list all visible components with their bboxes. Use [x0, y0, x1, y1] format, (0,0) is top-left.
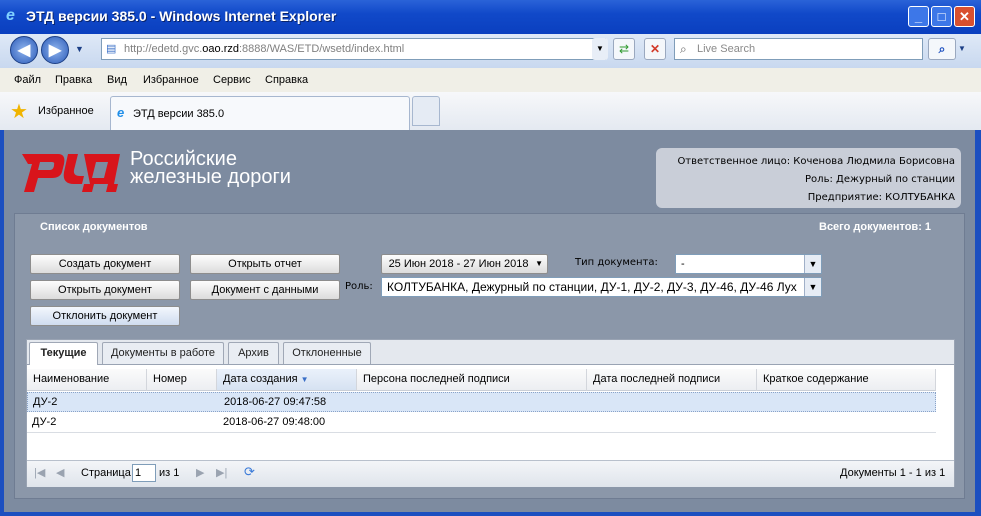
doc-type-value: -: [681, 258, 685, 270]
user-role: Роль: Дежурный по станции: [805, 174, 955, 185]
maximize-button[interactable]: □: [931, 6, 952, 27]
doc-type-dropdown-icon[interactable]: ▼: [804, 255, 821, 273]
page-icon: ▤: [106, 43, 117, 55]
column-header-name[interactable]: Наименование: [27, 369, 147, 391]
role-dropdown-icon[interactable]: ▼: [804, 278, 821, 296]
page-number-value: 1: [135, 467, 142, 479]
doc-type-label: Тип документа:: [575, 257, 658, 268]
open-report-button[interactable]: Открыть отчет: [190, 254, 340, 274]
role-value: КОЛТУБАНКА, Дежурный по станции, ДУ-1, Д…: [387, 280, 797, 294]
column-header-last-signed[interactable]: Дата последней подписи: [587, 369, 757, 391]
cell-created: 2018-06-27 09:48:00: [223, 416, 326, 428]
column-header-number[interactable]: Номер: [147, 369, 217, 391]
menu-file[interactable]: Файл: [14, 74, 41, 86]
stop-icon[interactable]: ✕: [644, 38, 666, 60]
open-document-button[interactable]: Открыть документ: [30, 280, 180, 300]
address-dropdown-icon[interactable]: ▼: [592, 38, 608, 60]
role-select[interactable]: КОЛТУБАНКА, Дежурный по станции, ДУ-1, Д…: [381, 277, 822, 297]
cell-name: ДУ-2: [32, 416, 57, 428]
user-info-box: Ответственное лицо: Коченова Людмила Бор…: [656, 148, 961, 208]
tab-rejected[interactable]: Отклоненные: [283, 342, 371, 364]
last-page-icon[interactable]: ▶|: [216, 466, 227, 479]
address-input[interactable]: ▤ http://edetd.gvc.oao.rzd:8888/WAS/ETD/…: [101, 38, 606, 60]
user-enterprise: Предприятие: КОЛТУБАНКА: [807, 192, 955, 203]
first-page-icon[interactable]: |◀: [34, 466, 45, 479]
role-label: Роль:: [345, 281, 373, 292]
cell-name: ДУ-2: [33, 396, 58, 408]
company-name: Российские железные дороги: [130, 149, 291, 188]
minimize-button[interactable]: _: [908, 6, 929, 27]
menu-edit[interactable]: Правка: [55, 74, 92, 86]
table-row[interactable]: ДУ-2 2018-06-27 09:47:58: [27, 392, 936, 412]
search-options-icon[interactable]: ▼: [958, 44, 966, 53]
menu-bar: Файл Правка Вид Избранное Сервис Справка: [0, 68, 981, 93]
date-range-dropdown-icon: ▼: [535, 259, 543, 268]
date-range-value: 25 Июн 2018 - 27 Июн 2018: [388, 258, 529, 270]
document-with-data-button[interactable]: Документ с данными: [190, 280, 340, 300]
search-placeholder: Live Search: [697, 43, 756, 55]
ie-icon: e: [6, 7, 15, 24]
panel-title: Список документов: [40, 221, 148, 233]
magnifier-icon: ⌕: [680, 42, 687, 56]
sort-desc-icon: ▼: [300, 375, 309, 384]
window-frame-bottom: [0, 512, 981, 516]
new-tab-button[interactable]: [412, 96, 440, 126]
column-header-created-label: Дата создания: [223, 373, 298, 385]
page-count: из 1: [159, 467, 180, 479]
refresh-grid-icon[interactable]: ⟳: [244, 464, 255, 480]
tab-in-work[interactable]: Документы в работе: [102, 342, 224, 364]
window-title: ЭТД версии 385.0 - Windows Internet Expl…: [26, 8, 337, 24]
page-number-input[interactable]: 1: [132, 464, 156, 482]
history-dropdown-icon[interactable]: ▼: [75, 44, 84, 54]
tab-title: ЭТД версии 385.0: [133, 108, 225, 120]
search-button[interactable]: ⌕: [928, 38, 956, 60]
responsible-person: Ответственное лицо: Коченова Людмила Бор…: [677, 156, 955, 167]
column-header-summary[interactable]: Краткое содержание: [757, 369, 936, 391]
next-page-icon[interactable]: ▶: [196, 466, 204, 479]
reject-document-button[interactable]: Отклонить документ: [30, 306, 180, 326]
doc-type-select[interactable]: - ▼: [675, 254, 822, 274]
column-header-last-signer[interactable]: Персона последней подписи: [357, 369, 587, 391]
window-titlebar: e ЭТД версии 385.0 - Windows Internet Ex…: [0, 0, 981, 34]
pager-status: Документы 1 - 1 из 1: [840, 467, 946, 479]
url-text: http://edetd.gvc.oao.rzd:8888/WAS/ETD/ws…: [124, 43, 405, 55]
address-toolbar: ◀ ▶ ▼ ▤ http://edetd.gvc.oao.rzd:8888/WA…: [0, 34, 981, 69]
menu-tools[interactable]: Сервис: [213, 74, 251, 86]
menu-view[interactable]: Вид: [107, 74, 127, 86]
grid-scroll-gutter: [936, 369, 954, 460]
forward-button[interactable]: ▶: [41, 36, 69, 64]
window-frame-right: [975, 130, 981, 516]
back-button[interactable]: ◀: [10, 36, 38, 64]
page-label: Страница: [81, 467, 131, 479]
date-range-picker[interactable]: 25 Июн 2018 - 27 Июн 2018 ▼: [381, 254, 548, 274]
rzd-logo-mark: [22, 154, 120, 192]
menu-help[interactable]: Справка: [265, 74, 308, 86]
company-name-line2: железные дороги: [130, 166, 291, 188]
favorites-star-icon[interactable]: ★: [10, 99, 28, 124]
tab-ie-icon: e: [117, 105, 125, 120]
close-button[interactable]: ✕: [954, 6, 975, 27]
create-document-button[interactable]: Создать документ: [30, 254, 180, 274]
column-header-created[interactable]: Дата создания ▼: [217, 369, 357, 391]
favorites-bar: ★ Избранное e ЭТД версии 385.0: [0, 92, 981, 131]
browser-tab[interactable]: e ЭТД версии 385.0: [110, 96, 410, 130]
favorites-label[interactable]: Избранное: [38, 105, 94, 117]
prev-page-icon[interactable]: ◀: [56, 466, 64, 479]
tab-current[interactable]: Текущие: [29, 342, 98, 365]
search-input[interactable]: ⌕ Live Search: [674, 38, 923, 60]
cell-created: 2018-06-27 09:47:58: [224, 396, 327, 408]
refresh-icon[interactable]: ⇄: [613, 38, 635, 60]
menu-favorites[interactable]: Избранное: [143, 74, 199, 86]
tab-archive[interactable]: Архив: [228, 342, 279, 364]
documents-total: Всего документов: 1: [819, 221, 932, 233]
table-row[interactable]: ДУ-2 2018-06-27 09:48:00: [27, 413, 936, 433]
